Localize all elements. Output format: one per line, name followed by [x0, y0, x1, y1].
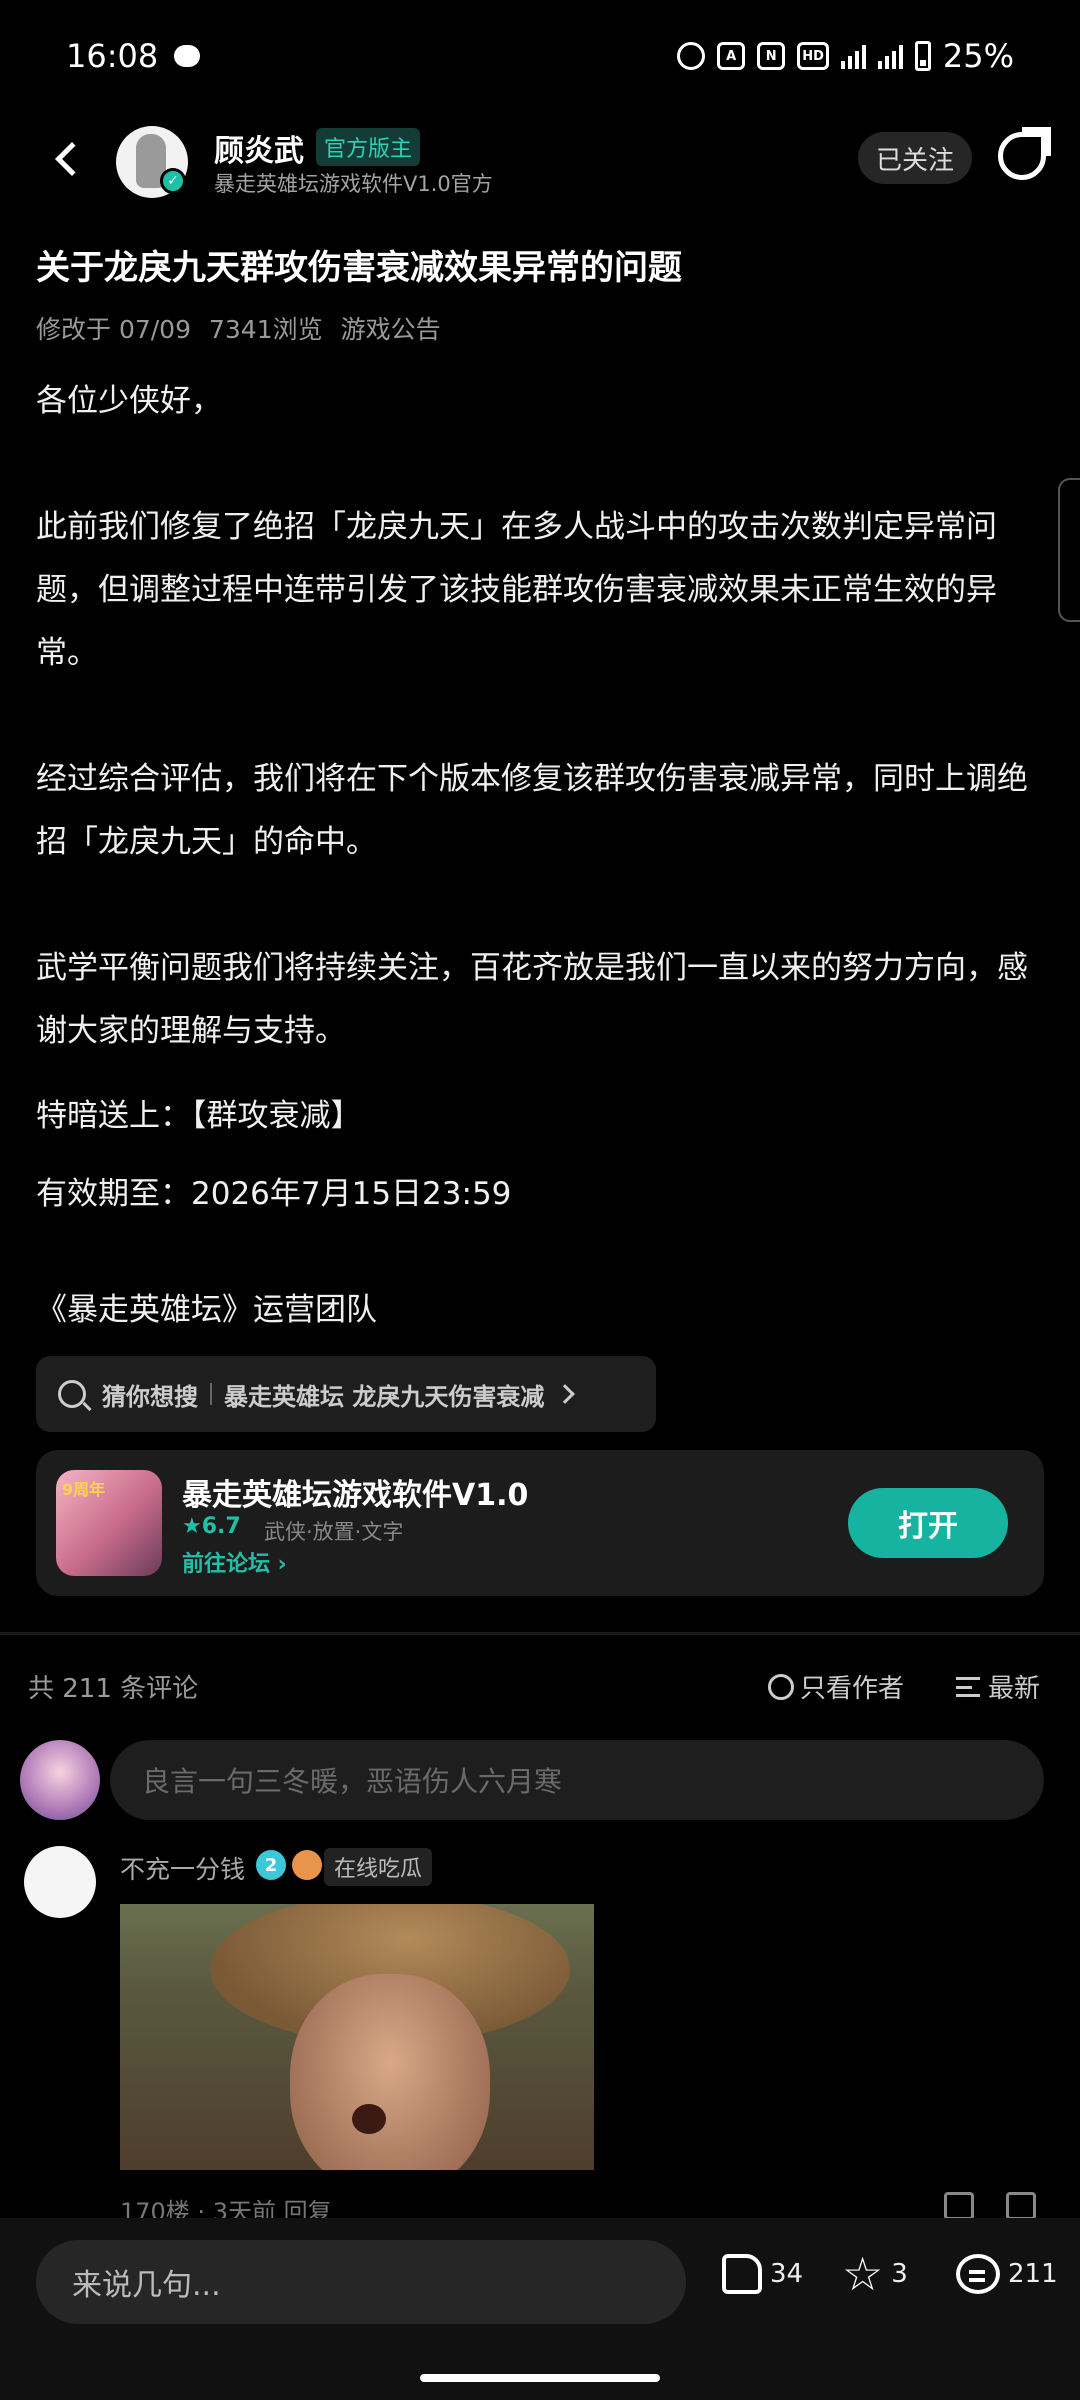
- comment-image[interactable]: [120, 1904, 594, 2170]
- follow-button[interactable]: 已关注: [858, 132, 972, 184]
- modified-date: 修改于 07/09: [36, 315, 191, 344]
- only-author-label: 只看作者: [800, 1674, 905, 1704]
- divider: [0, 1632, 1080, 1635]
- app-icon-badge: 9周年: [62, 1480, 106, 1499]
- like-button[interactable]: 34: [722, 2254, 803, 2294]
- post-meta: 修改于 07/09 7341浏览 游戏公告: [36, 310, 441, 346]
- comment-total: 211: [1008, 2259, 1058, 2289]
- app-rating: ★6.7: [182, 1514, 241, 1539]
- validity-line: 有效期至：2026年7月15日23:59: [36, 1176, 512, 1212]
- bottom-action-bar: 来说几句... 34 ☆ 3 211: [0, 2218, 1080, 2400]
- medal-icon: [292, 1850, 322, 1880]
- commenter-title: 在线吃瓜: [324, 1848, 433, 1886]
- author-name[interactable]: 顾炎武: [214, 126, 304, 170]
- forum-link[interactable]: 前往论坛 ›: [182, 1546, 287, 1578]
- paragraph: 各位少侠好，: [36, 383, 222, 419]
- status-time: 16:08: [66, 37, 159, 75]
- comment-input[interactable]: 良言一句三冬暖，恶语伤人六月寒: [110, 1740, 1044, 1820]
- favorite-button[interactable]: ☆ 3: [842, 2247, 908, 2301]
- alarm-icon: [677, 42, 706, 70]
- radio-icon: [768, 1673, 794, 1700]
- only-author-toggle[interactable]: 只看作者: [768, 1668, 904, 1705]
- suggest-prefix: 猜你想搜: [102, 1382, 198, 1411]
- post-category[interactable]: 游戏公告: [341, 310, 441, 346]
- auto-brightness-icon: A: [717, 42, 746, 70]
- app-icon: 9周年: [56, 1470, 162, 1576]
- verified-icon: ✓: [160, 168, 186, 194]
- sort-icon: [956, 1676, 980, 1697]
- search-icon: [58, 1380, 86, 1408]
- thumb-down-icon[interactable]: [1006, 2192, 1036, 2220]
- signal-5g-icon-2: [877, 43, 903, 69]
- view-count: 7341浏览: [209, 315, 323, 344]
- thumb-up-icon[interactable]: [944, 2192, 974, 2220]
- author-subtitle: 暴走英雄坛游戏软件V1.0官方: [214, 172, 493, 196]
- paragraph: 武学平衡问题我们将持续关注，百花齐放是我们一直以来的努力方向，感谢大家的理解与支…: [36, 950, 1028, 1049]
- side-drawer-handle[interactable]: [1058, 478, 1080, 622]
- battery-icon: [914, 41, 931, 71]
- comment-count: 共 211 条评论: [28, 1674, 199, 1704]
- suggest-query: 暴走英雄坛 龙戾九天伤害衰减: [224, 1382, 545, 1411]
- signature: 《暴走英雄坛》运营团队: [36, 1292, 377, 1328]
- signal-5g-icon: [840, 43, 866, 69]
- share-icon[interactable]: [998, 127, 1051, 180]
- star-icon: ☆: [842, 2247, 884, 2301]
- comment-button[interactable]: 211: [956, 2254, 1058, 2294]
- back-icon: [55, 142, 89, 176]
- app-name: 暴走英雄坛游戏软件V1.0: [182, 1478, 529, 1513]
- app-tags: 武侠·放置·文字: [264, 1520, 404, 1544]
- nfc-icon: N: [757, 42, 786, 70]
- my-avatar: [20, 1740, 100, 1820]
- back-button[interactable]: [40, 132, 94, 186]
- sort-button[interactable]: 最新: [956, 1668, 1040, 1705]
- paragraph: 经过综合评估，我们将在下个版本修复该群攻伤害衰减异常，同时上调绝招「龙戾九天」的…: [36, 761, 1028, 860]
- paragraph: 此前我们修复了绝招「龙戾九天」在多人战斗中的攻击次数判定异常问题，但调整过程中连…: [36, 509, 997, 671]
- battery-level: 25%: [942, 37, 1014, 75]
- app-card[interactable]: 9周年 暴走英雄坛游戏软件V1.0 ★6.7 武侠·放置·文字 前往论坛 › 打…: [36, 1450, 1044, 1596]
- commenter-name[interactable]: 不充一分钱: [120, 1850, 245, 1886]
- status-icons: A N HD 25%: [677, 37, 1014, 75]
- favorite-count: 3: [891, 2259, 908, 2289]
- like-count: 34: [770, 2259, 804, 2289]
- chevron-right-icon: [555, 1384, 576, 1404]
- level-badge: 2: [256, 1850, 286, 1880]
- reply-input[interactable]: 来说几句...: [36, 2240, 686, 2324]
- chat-icon: [956, 2254, 1000, 2294]
- message-notification-icon: [174, 45, 201, 67]
- post-header: ✓ 顾炎武 官方版主 暴走英雄坛游戏软件V1.0官方 已关注: [0, 112, 1080, 210]
- open-app-button[interactable]: 打开: [848, 1488, 1008, 1558]
- post-title: 关于龙戾九天群攻伤害衰减效果异常的问题: [36, 248, 682, 288]
- commenter-avatar[interactable]: [24, 1846, 96, 1918]
- sort-label: 最新: [988, 1674, 1041, 1704]
- status-bar: 16:08 A N HD 25%: [0, 0, 1080, 112]
- thumb-up-icon: [722, 2254, 762, 2294]
- post-body: 各位少侠好， 此前我们修复了绝招「龙戾九天」在多人战斗中的攻击次数判定异常问题，…: [36, 370, 1036, 1063]
- search-suggestion[interactable]: 猜你想搜 暴走英雄坛 龙戾九天伤害衰减: [36, 1356, 656, 1432]
- hd-icon: HD: [797, 42, 829, 70]
- author-role-badge: 官方版主: [316, 128, 421, 166]
- home-indicator[interactable]: [420, 2374, 660, 2382]
- gift-line: 特暗送上：【群攻衰减】: [36, 1098, 362, 1134]
